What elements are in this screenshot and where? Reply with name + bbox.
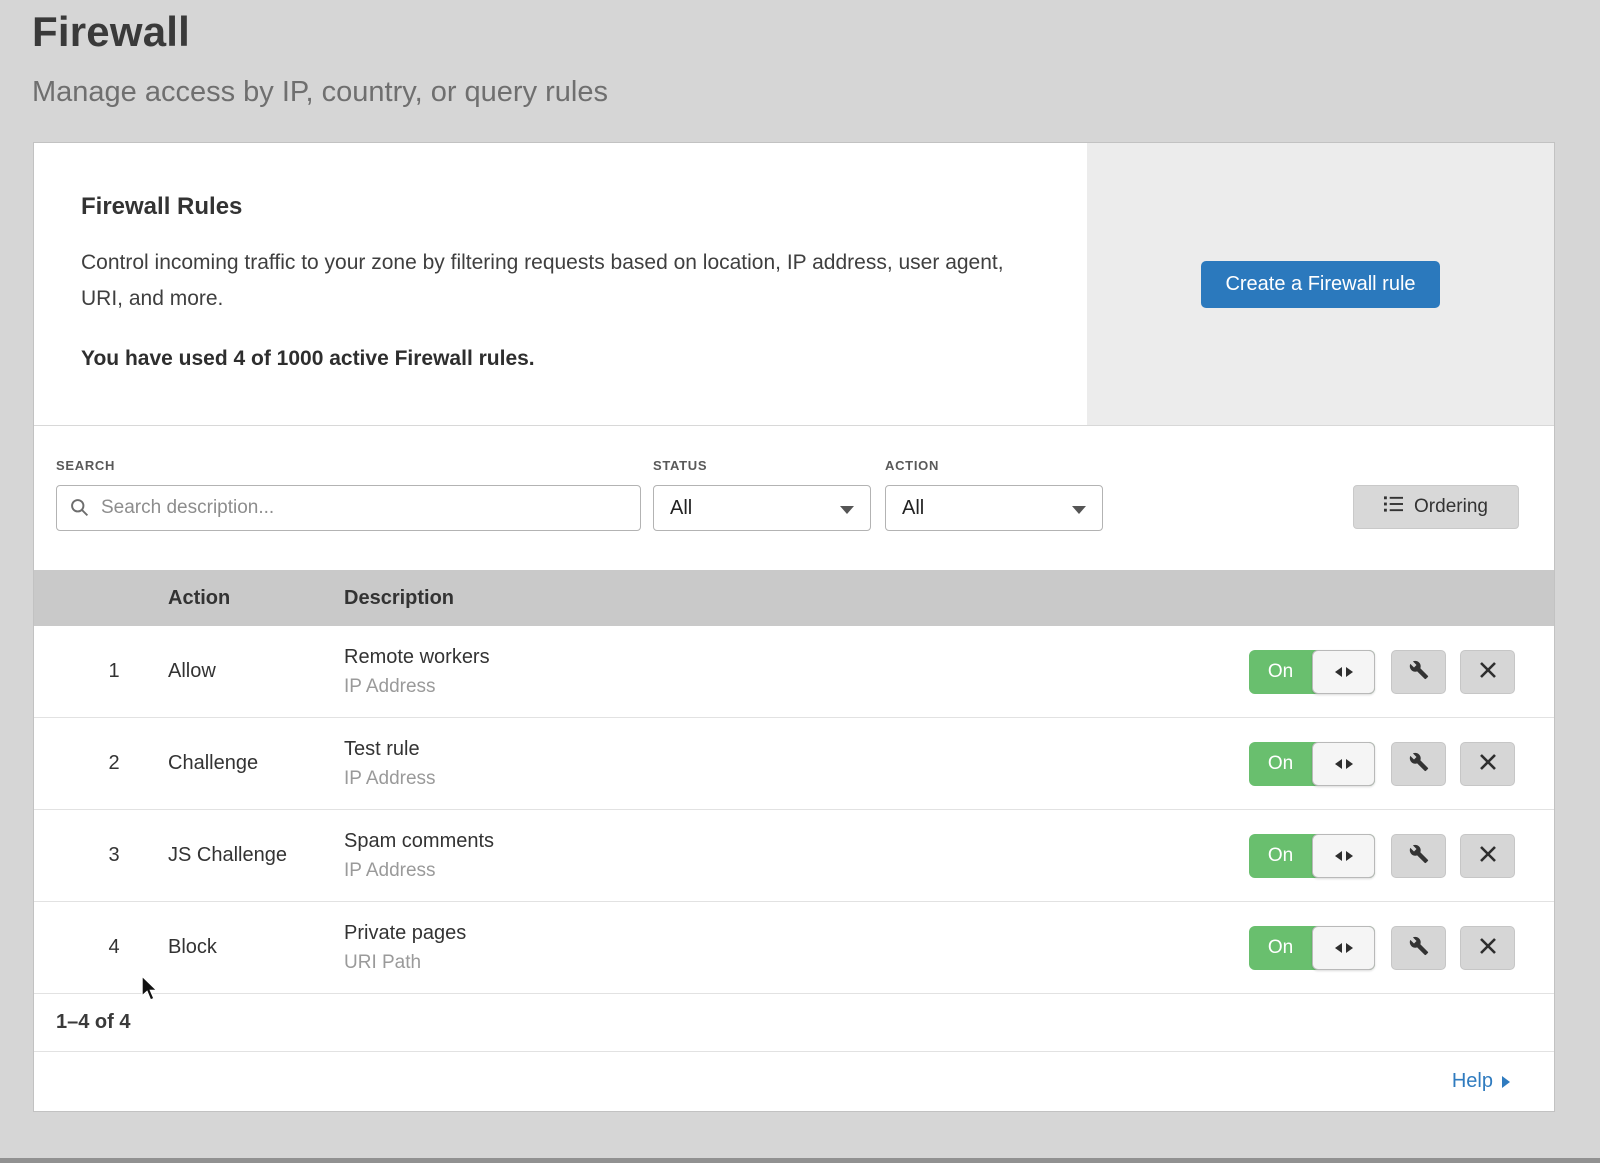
delete-rule-button[interactable] — [1460, 834, 1515, 878]
table-row: 3 JS Challenge Spam comments IP Address … — [34, 810, 1554, 902]
rule-priority: 3 — [34, 844, 168, 867]
status-selected-value: All — [670, 497, 692, 520]
search-input[interactable] — [56, 485, 641, 531]
rule-description: Test rule — [344, 738, 1249, 761]
toggle-state-label: On — [1249, 834, 1312, 878]
ordered-list-icon — [1384, 495, 1403, 519]
toggle-state-label: On — [1249, 742, 1312, 786]
toggle-knob-icon — [1312, 650, 1375, 694]
ordering-button[interactable]: Ordering — [1353, 485, 1519, 529]
help-link[interactable]: Help — [1452, 1070, 1510, 1093]
firewall-rules-card: Firewall Rules Control incoming traffic … — [33, 142, 1555, 1112]
rule-field: URI Path — [344, 952, 1249, 974]
rule-description: Spam comments — [344, 830, 1249, 853]
action-label: ACTION — [885, 458, 1103, 473]
wrench-icon — [1409, 752, 1429, 775]
page-header: Firewall Manage access by IP, country, o… — [32, 8, 608, 109]
filters-bar: SEARCH STATUS All ACTION All — [34, 426, 1554, 570]
rule-action: JS Challenge — [168, 844, 344, 867]
edit-rule-button[interactable] — [1391, 926, 1446, 970]
table-row: 1 Allow Remote workers IP Address On — [34, 626, 1554, 718]
toggle-knob-icon — [1312, 834, 1375, 878]
help-bar: Help — [34, 1052, 1554, 1111]
status-filter-group: STATUS All — [653, 458, 871, 531]
delete-rule-button[interactable] — [1460, 926, 1515, 970]
rule-action: Challenge — [168, 752, 344, 775]
section-description: Control incoming traffic to your zone by… — [81, 245, 1031, 317]
wrench-icon — [1409, 844, 1429, 867]
toggle-state-label: On — [1249, 926, 1312, 970]
search-filter-group: SEARCH — [56, 458, 641, 531]
status-label: STATUS — [653, 458, 871, 473]
rule-field: IP Address — [344, 676, 1249, 698]
page-subtitle: Manage access by IP, country, or query r… — [32, 76, 608, 109]
card-intro-section: Firewall Rules Control incoming traffic … — [34, 143, 1554, 426]
rule-priority: 2 — [34, 752, 168, 775]
close-icon — [1479, 661, 1497, 682]
pagination-bar: 1–4 of 4 — [34, 994, 1554, 1052]
close-icon — [1479, 937, 1497, 958]
rule-enabled-toggle[interactable]: On — [1249, 742, 1375, 786]
rule-field: IP Address — [344, 860, 1249, 882]
delete-rule-button[interactable] — [1460, 650, 1515, 694]
wrench-icon — [1409, 936, 1429, 959]
edit-rule-button[interactable] — [1391, 742, 1446, 786]
rule-action: Allow — [168, 660, 344, 683]
edit-rule-button[interactable] — [1391, 834, 1446, 878]
page-title: Firewall — [32, 8, 608, 56]
usage-summary: You have used 4 of 1000 active Firewall … — [81, 347, 1039, 371]
rule-action: Block — [168, 936, 344, 959]
edit-rule-button[interactable] — [1391, 650, 1446, 694]
rule-description: Private pages — [344, 922, 1249, 945]
close-icon — [1479, 845, 1497, 866]
window-bottom-edge — [0, 1158, 1600, 1163]
wrench-icon — [1409, 660, 1429, 683]
section-heading: Firewall Rules — [81, 193, 1039, 221]
help-link-label: Help — [1452, 1070, 1493, 1093]
create-rule-panel: Create a Firewall rule — [1087, 143, 1554, 425]
toggle-knob-icon — [1312, 742, 1375, 786]
toggle-state-label: On — [1249, 650, 1312, 694]
rule-enabled-toggle[interactable]: On — [1249, 650, 1375, 694]
search-icon — [69, 497, 90, 523]
toggle-knob-icon — [1312, 926, 1375, 970]
rule-field: IP Address — [344, 768, 1249, 790]
rule-priority: 1 — [34, 660, 168, 683]
status-select[interactable]: All — [653, 485, 871, 531]
create-firewall-rule-button[interactable]: Create a Firewall rule — [1201, 261, 1439, 308]
rule-description: Remote workers — [344, 646, 1249, 669]
rule-priority: 4 — [34, 936, 168, 959]
table-header: Action Description — [34, 570, 1554, 626]
delete-rule-button[interactable] — [1460, 742, 1515, 786]
pagination-summary: 1–4 of 4 — [56, 1011, 130, 1034]
action-select[interactable]: All — [885, 485, 1103, 531]
action-selected-value: All — [902, 497, 924, 520]
column-header-action: Action — [168, 587, 344, 610]
close-icon — [1479, 753, 1497, 774]
ordering-button-label: Ordering — [1414, 496, 1488, 518]
chevron-right-icon — [1502, 1076, 1510, 1088]
rule-enabled-toggle[interactable]: On — [1249, 926, 1375, 970]
table-row: 2 Challenge Test rule IP Address On — [34, 718, 1554, 810]
table-row: 4 Block Private pages URI Path On — [34, 902, 1554, 994]
chevron-down-icon — [840, 506, 854, 514]
search-label: SEARCH — [56, 458, 641, 473]
column-header-description: Description — [344, 587, 1249, 610]
rule-enabled-toggle[interactable]: On — [1249, 834, 1375, 878]
action-filter-group: ACTION All — [885, 458, 1103, 531]
intro-text-block: Firewall Rules Control incoming traffic … — [34, 143, 1087, 425]
chevron-down-icon — [1072, 506, 1086, 514]
